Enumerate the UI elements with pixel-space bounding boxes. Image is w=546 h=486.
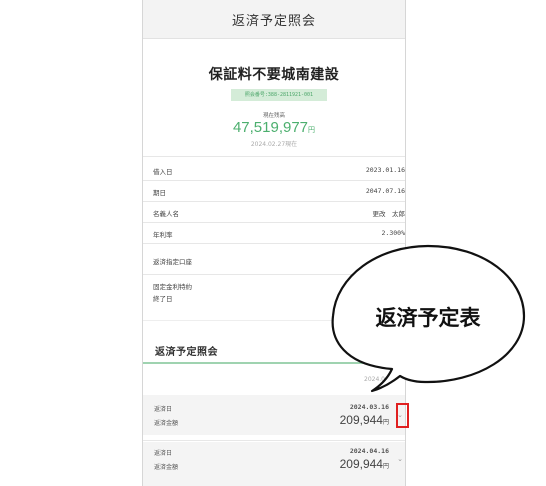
callout-text: 返済予定表: [376, 306, 482, 330]
callout-bubble: 返済予定表: [331, 244, 526, 393]
highlight-box: [396, 403, 409, 428]
